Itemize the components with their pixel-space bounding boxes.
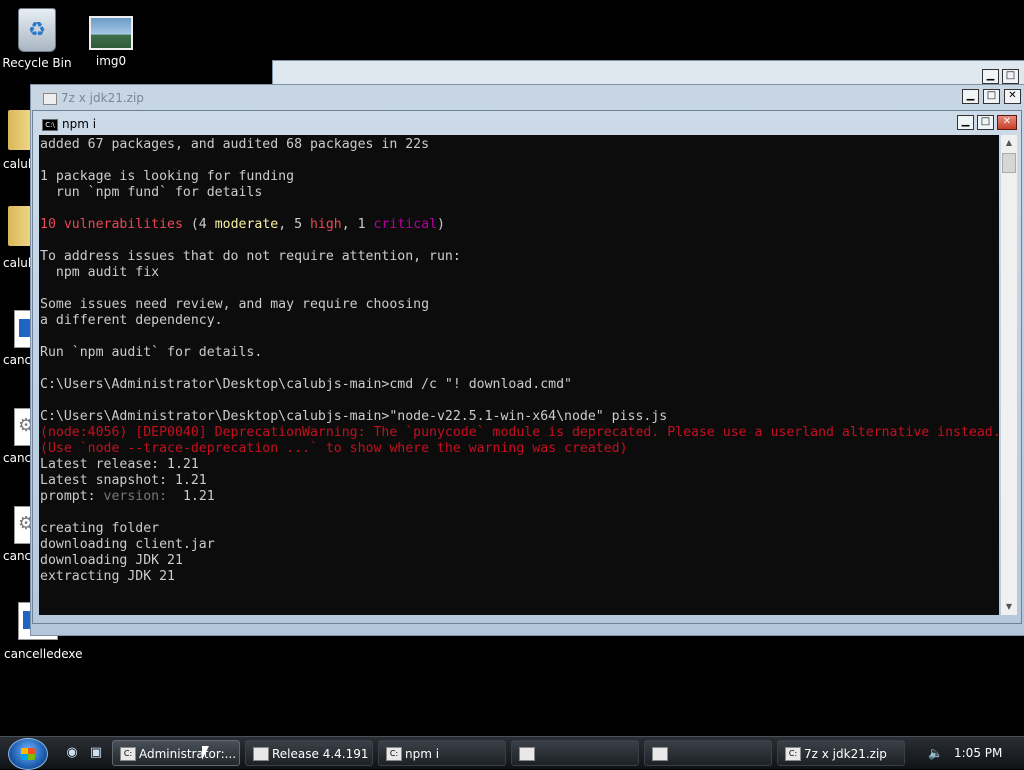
desktop-icon-label: cancelledexe	[4, 647, 83, 661]
terminal-line: Latest snapshot: 1.21	[40, 473, 207, 488]
cmd-icon: C:	[785, 747, 801, 761]
taskbar-item[interactable]	[644, 740, 772, 766]
terminal-highlight: high	[309, 217, 342, 232]
taskbar-item[interactable]: C: Administrator:...	[112, 740, 240, 766]
taskbar-item-label: Release 4.4.191 -...	[272, 747, 372, 761]
taskbar-item-label: Administrator:...	[139, 747, 237, 761]
taskbar-item[interactable]: C: 7z x jdk21.zip	[777, 740, 905, 766]
browser-icon	[253, 747, 269, 761]
system-tray: 🔈 1:05 PM	[920, 740, 1024, 766]
minimize-button[interactable]: ▁	[982, 69, 999, 84]
terminal-line: a different dependency.	[40, 313, 223, 328]
terminal-line: downloading client.jar	[40, 537, 215, 552]
window-controls: ▁ □	[982, 69, 1019, 84]
window-controls: ▁ □ ✕	[962, 89, 1021, 104]
terminal-line: Run `npm audit` for details.	[40, 345, 263, 360]
clock[interactable]: 1:05 PM	[954, 740, 1002, 766]
console-window[interactable]: C:\ npm i ▁ □ ✕ added 67 packages, and a…	[32, 110, 1022, 624]
minimize-button[interactable]: ▁	[957, 115, 974, 130]
terminal-line: extracting JDK 21	[40, 569, 175, 584]
taskbar-item-label: 7z x jdk21.zip	[804, 747, 887, 761]
terminal-line: downloading JDK 21	[40, 553, 183, 568]
terminal-highlight: 10 vulnerabilities	[40, 217, 183, 232]
window-icon	[652, 747, 668, 761]
terminal-line: prompt: version: 1.21	[40, 489, 215, 504]
vertical-scrollbar[interactable]: ▲ ▼	[1001, 135, 1017, 615]
maximize-button[interactable]: □	[1002, 69, 1019, 84]
window-title: 7z x jdk21.zip	[61, 91, 144, 105]
terminal-line: npm audit fix	[40, 265, 160, 280]
taskbar-item[interactable]: C: npm i	[378, 740, 506, 766]
volume-icon[interactable]: 🔈	[928, 740, 943, 766]
maximize-button[interactable]: □	[983, 89, 1000, 104]
browser-icon[interactable]: ◉	[64, 745, 80, 761]
terminal-output[interactable]: added 67 packages, and audited 68 packag…	[39, 135, 999, 615]
taskbar-item[interactable]	[511, 740, 639, 766]
terminal-line: creating folder	[40, 521, 160, 536]
terminal-line: 10 vulnerabilities (4 moderate, 5 high, …	[40, 217, 445, 232]
show-desktop-icon[interactable]: ▣	[88, 745, 104, 761]
terminal-text: added 67 packages, and audited 68 packag…	[39, 135, 999, 585]
cmd-icon: C:	[386, 747, 402, 761]
terminal-line: (Use `node --trace-deprecation ...` to s…	[40, 441, 999, 457]
cmd-icon: C:	[120, 747, 136, 761]
desktop-icon-label: Recycle Bin	[2, 56, 72, 70]
terminal-line: added 67 packages, and audited 68 packag…	[40, 137, 430, 152]
terminal-highlight: critical	[373, 217, 438, 232]
terminal-line: Latest release: 1.21	[40, 457, 199, 472]
scroll-thumb[interactable]	[1002, 153, 1016, 173]
cmd-icon: C:\	[42, 119, 58, 131]
mouse-cursor-icon	[202, 746, 209, 760]
terminal-highlight: (Use `node --trace-deprecation ...` to s…	[40, 441, 628, 456]
desktop-icon-img0[interactable]: img0	[74, 12, 148, 68]
close-button[interactable]: ✕	[1004, 89, 1021, 104]
scroll-down-icon[interactable]: ▼	[1001, 599, 1017, 615]
maximize-button[interactable]: □	[977, 115, 994, 130]
terminal-line: C:\Users\Administrator\Desktop\calubjs-m…	[40, 409, 668, 424]
taskbar-item-label: npm i	[405, 747, 440, 761]
terminal-highlight: (node:4056) [DEP0040] DeprecationWarning…	[40, 425, 999, 440]
minimize-button[interactable]: ▁	[962, 89, 979, 104]
start-button[interactable]	[8, 738, 48, 770]
close-button[interactable]: ✕	[997, 115, 1017, 130]
terminal-line: To address issues that do not require at…	[40, 249, 461, 264]
terminal-line: C:\Users\Administrator\Desktop\calubjs-m…	[40, 377, 572, 392]
desktop-icon-recycle-bin[interactable]: Recycle Bin	[0, 8, 74, 70]
terminal-line: (node:4056) [DEP0040] DeprecationWarning…	[40, 425, 999, 441]
taskbar-item[interactable]: Release 4.4.191 -...	[245, 740, 373, 766]
window-title: npm i	[62, 117, 97, 131]
scroll-up-icon[interactable]: ▲	[1001, 135, 1017, 151]
window-controls: ▁ □ ✕	[957, 115, 1017, 130]
terminal-line: 1 package is looking for funding	[40, 169, 295, 184]
desktop-icon-label: img0	[95, 54, 127, 68]
window-icon	[519, 747, 535, 761]
terminal-line: run `npm fund` for details	[40, 185, 263, 200]
taskbar: ◉ ▣ C:Administrator:...Release 4.4.191 -…	[0, 736, 1024, 770]
terminal-highlight: version:	[103, 489, 168, 504]
image-icon	[89, 16, 133, 50]
cmd-icon	[43, 93, 57, 105]
recycle-bin-icon	[18, 8, 56, 52]
terminal-highlight: moderate	[214, 217, 279, 232]
terminal-line: Some issues need review, and may require…	[40, 297, 430, 312]
